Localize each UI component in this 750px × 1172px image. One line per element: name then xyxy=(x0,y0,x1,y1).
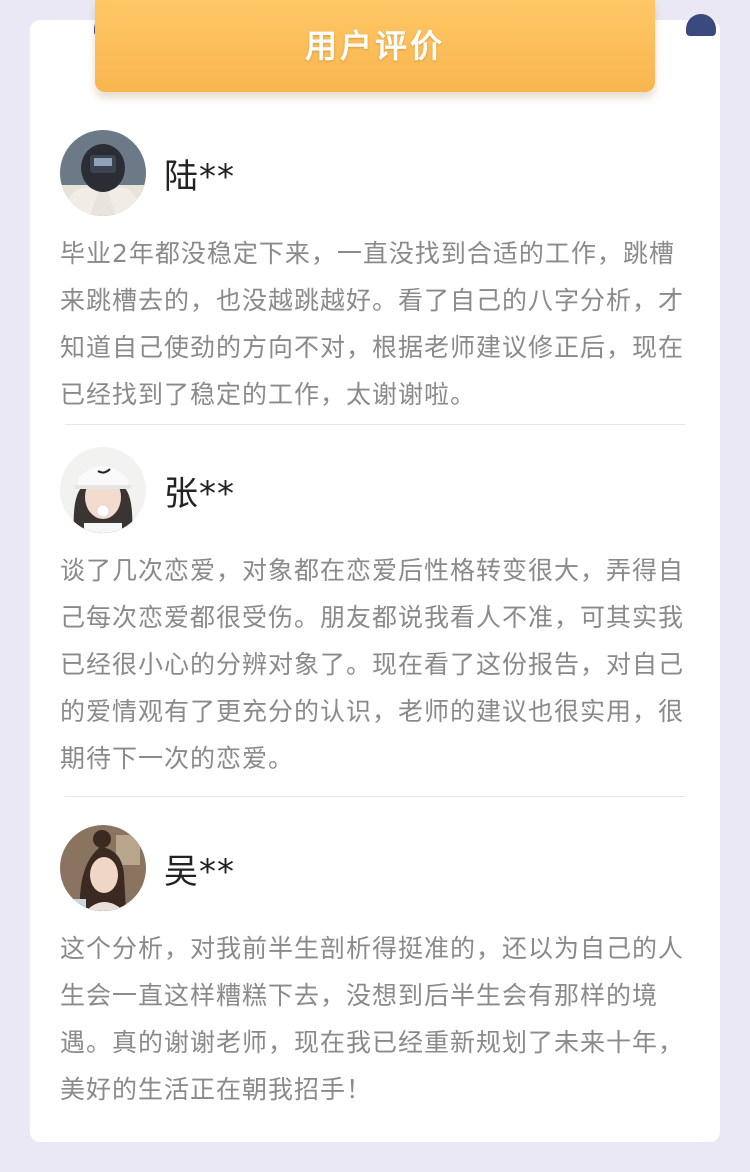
review-item: 陆** 毕业2年都没稳定下来，一直没找到合适的工作，跳槽来跳槽去的，也没越跳越好… xyxy=(60,130,690,418)
review-username: 陆** xyxy=(164,156,235,197)
section-banner: 用户评价 xyxy=(95,0,655,92)
avatar[interactable] xyxy=(60,130,146,216)
avatar[interactable] xyxy=(60,825,146,911)
review-divider xyxy=(65,424,685,425)
review-header: 吴** xyxy=(60,825,690,911)
banner-right-knob xyxy=(686,14,716,36)
review-text: 谈了几次恋爱，对象都在恋爱后性格转变很大，弄得自己每次恋爱都很受伤。朋友都说我看… xyxy=(60,556,685,773)
avatar[interactable] xyxy=(60,447,146,533)
review-item: 吴** 这个分析，对我前半生剖析得挺准的，还以为自己的人生会一直这样糟糕下去，没… xyxy=(60,825,690,1113)
review-item: 张** 谈了几次恋爱，对象都在恋爱后性格转变很大，弄得自己每次恋爱都很受伤。朋友… xyxy=(60,447,690,782)
review-divider xyxy=(65,796,685,797)
review-text: 毕业2年都没稳定下来，一直没找到合适的工作，跳槽来跳槽去的，也没越跳越好。看了自… xyxy=(60,239,685,409)
review-header: 张** xyxy=(60,447,690,533)
review-username: 吴** xyxy=(164,851,235,892)
review-header: 陆** xyxy=(60,130,690,216)
review-username: 张** xyxy=(164,473,235,514)
review-text: 这个分析，对我前半生剖析得挺准的，还以为自己的人生会一直这样糟糕下去，没想到后半… xyxy=(60,934,685,1104)
section-title: 用户评价 xyxy=(304,27,445,65)
